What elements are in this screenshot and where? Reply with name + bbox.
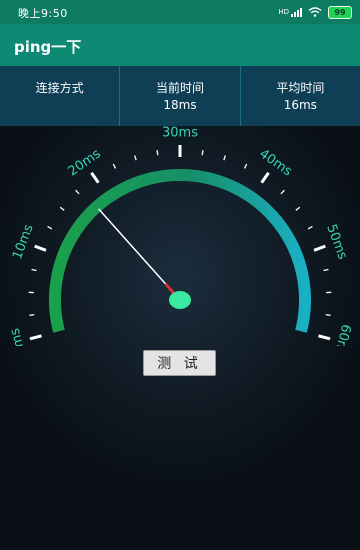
gauge-tick-label: 20ms [66,146,104,179]
gauge-tick-label: 50ms [323,222,350,261]
gauge-minor-tick [323,268,329,272]
battery-level: 99 [334,7,346,17]
gauge-minor-tick [59,206,65,211]
status-icons: HD 99 [278,5,352,19]
speed-gauge: 0ms 10ms 20ms 30ms 40ms 50ms 60ms [8,126,354,346]
gauge-major-tick [260,171,270,184]
gauge-tick-label: 0ms [8,326,30,346]
current-time-cell: 当前时间 18ms [119,66,239,126]
average-time-value: 16ms [283,98,317,112]
average-time-label: 平均时间 [276,81,325,95]
app-bar: ping一下 [0,24,360,66]
average-time-cell: 平均时间 16ms [239,66,360,126]
gauge-minor-tick [47,225,53,230]
gauge-major-tick [90,171,100,184]
battery-icon: 99 [328,5,352,19]
gauge-minor-tick [295,206,301,211]
gauge-major-tick [29,334,42,341]
gauge-minor-tick [201,150,204,156]
gauge-tick-label: 30ms [162,126,198,141]
gauge-minor-tick [156,150,159,156]
info-bar: 连接方式 当前时间 18ms 平均时间 16ms [0,66,360,126]
test-button[interactable]: 测 试 [143,350,216,376]
gauge-major-tick [313,244,326,252]
status-time: 晚上9:50 [18,7,68,20]
gauge-minor-tick [134,155,137,161]
gauge-minor-tick [307,225,313,230]
current-time-value: 18ms [163,98,197,112]
gauge-minor-tick [223,155,226,161]
gauge-minor-tick [29,314,35,316]
gauge-minor-tick [31,268,37,272]
gauge-tick-label: 60ms [330,323,354,346]
gauge-major-tick [34,244,47,252]
gauge-minor-tick [112,163,117,169]
network-type-label: HD [278,7,289,16]
gauge-tick-label: 10ms [10,222,37,261]
connection-label: 连接方式 [35,81,84,95]
current-time-label: 当前时间 [155,81,204,95]
connection-cell: 连接方式 [0,66,119,126]
gauge-major-tick [318,334,331,341]
gauge-hub [169,291,191,309]
gauge-minor-tick [243,163,248,169]
gauge-minor-tick [75,189,80,195]
status-bar: 晚上9:50 HD 99 [0,0,360,24]
signal-icon [291,7,302,17]
gauge-minor-tick [280,189,285,195]
gauge-minor-tick [325,314,331,316]
wifi-icon [308,7,322,17]
app-title: ping一下 [14,38,82,56]
gauge-tick-label: 40ms [256,146,294,179]
